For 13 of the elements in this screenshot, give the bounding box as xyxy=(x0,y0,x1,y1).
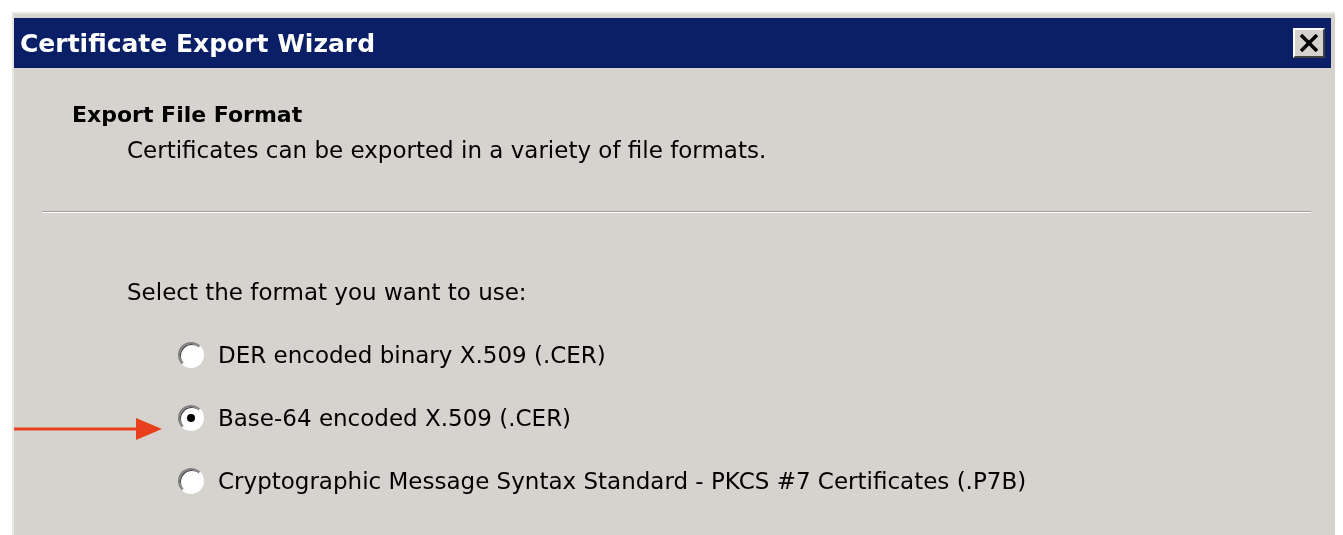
radio-button[interactable] xyxy=(178,404,204,431)
radio-button[interactable] xyxy=(178,467,204,494)
page-heading: Export File Format xyxy=(72,102,304,127)
radio-label[interactable]: Base-64 encoded X.509 (.CER) xyxy=(218,404,572,431)
close-button[interactable] xyxy=(1293,28,1325,58)
arrow-icon xyxy=(14,416,164,442)
page-description: Certificates can be exported in a variety of file formats. xyxy=(127,137,768,163)
window-title: Certificate Export Wizard xyxy=(20,28,376,58)
format-prompt: Select the format you want to use: xyxy=(127,279,528,305)
radio-label[interactable]: Cryptographic Message Syntax Standard - PKCS #7 Certificates (.P7B) xyxy=(218,467,1027,494)
radio-label[interactable]: DER encoded binary X.509 (.CER) xyxy=(218,341,606,368)
close-icon xyxy=(1299,34,1319,52)
radio-button[interactable] xyxy=(178,341,204,368)
